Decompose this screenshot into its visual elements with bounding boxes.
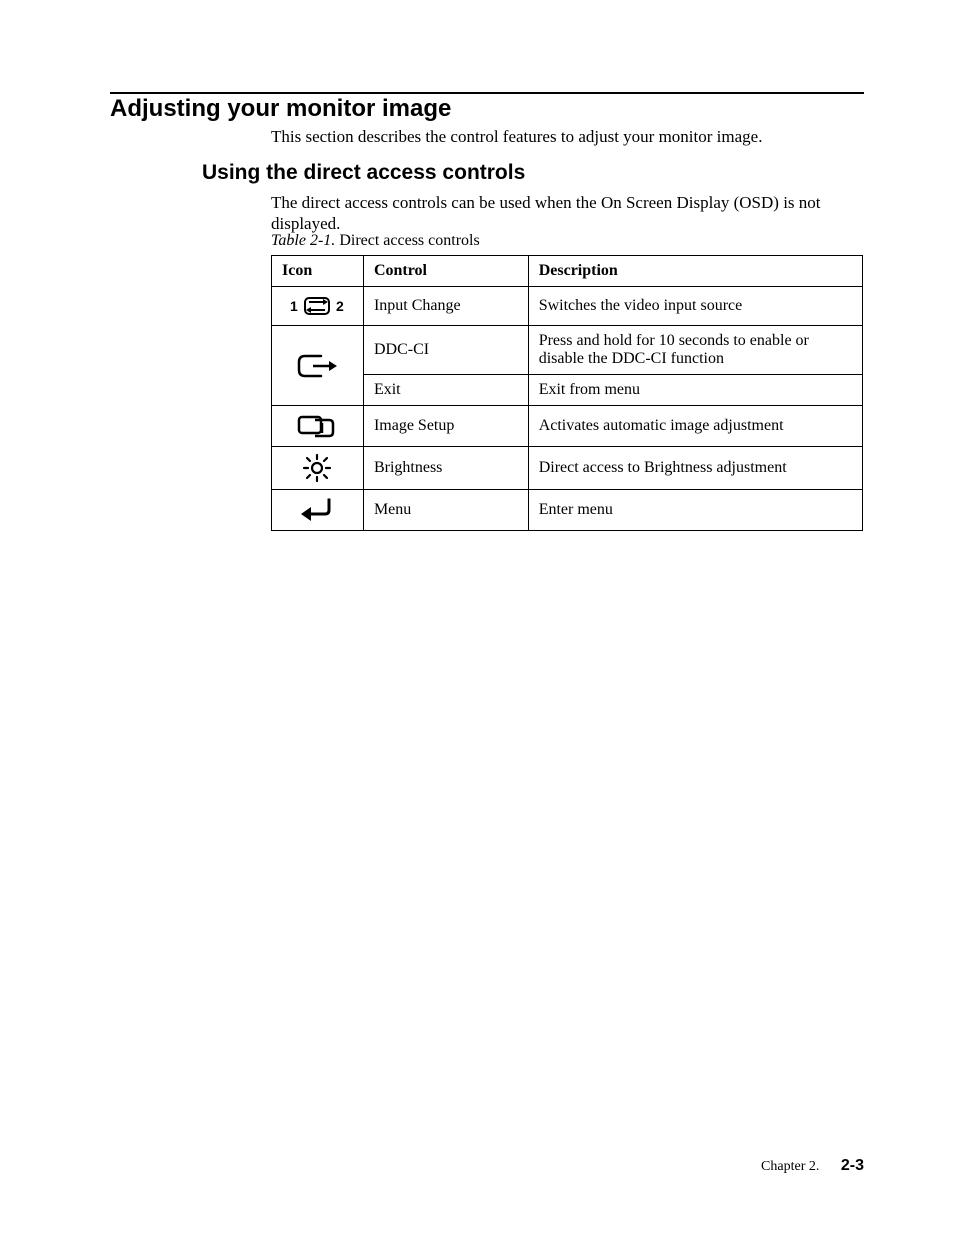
th-icon: Icon [272,256,364,287]
cell-description: Activates automatic image adjustment [528,406,862,447]
paragraph: The direct access controls can be used w… [271,192,831,235]
footer-page-number: 2-3 [841,1157,864,1174]
direct-access-controls-table: Icon Control Description 1 2 [271,255,863,531]
cell-control: Brightness [363,447,528,490]
input-change-icon: 1 2 [272,287,364,326]
cell-control: Exit [363,375,528,406]
menu-enter-icon [272,490,364,531]
cell-description: Direct access to Brightness adjustment [528,447,862,490]
heading-1: Adjusting your monitor image [110,95,451,123]
page-footer: Chapter 2. 2-3 [761,1157,864,1175]
cell-description: Exit from menu [528,375,862,406]
cell-control: Input Change [363,287,528,326]
table-row: DDC-CI Press and hold for 10 seconds to … [272,326,863,375]
cell-control: Menu [363,490,528,531]
table-row: Image Setup Activates automatic image ad… [272,406,863,447]
table-caption-number: Table 2-1. [271,232,335,249]
table-row: 1 2 Input Change Switches the video inpu… [272,287,863,326]
table-row: Brightness Direct access to Brightness a… [272,447,863,490]
intro-text: This section describes the control featu… [271,127,762,147]
cell-description: Enter menu [528,490,862,531]
section-rule [110,92,864,94]
cell-description: Switches the video input source [528,287,862,326]
cell-control: Image Setup [363,406,528,447]
cell-description: Press and hold for 10 seconds to enable … [528,326,862,375]
table-caption-title: Direct access controls [335,232,479,249]
brightness-icon [272,447,364,490]
th-control: Control [363,256,528,287]
exit-icon [272,326,364,406]
table-row: Menu Enter menu [272,490,863,531]
heading-2: Using the direct access controls [202,161,525,185]
svg-text:1: 1 [290,298,298,314]
svg-text:2: 2 [336,298,344,314]
cell-control: DDC-CI [363,326,528,375]
table-header-row: Icon Control Description [272,256,863,287]
th-description: Description [528,256,862,287]
image-setup-icon [272,406,364,447]
table-caption: Table 2-1. Direct access controls [271,232,480,250]
footer-chapter: Chapter 2. [761,1159,819,1174]
